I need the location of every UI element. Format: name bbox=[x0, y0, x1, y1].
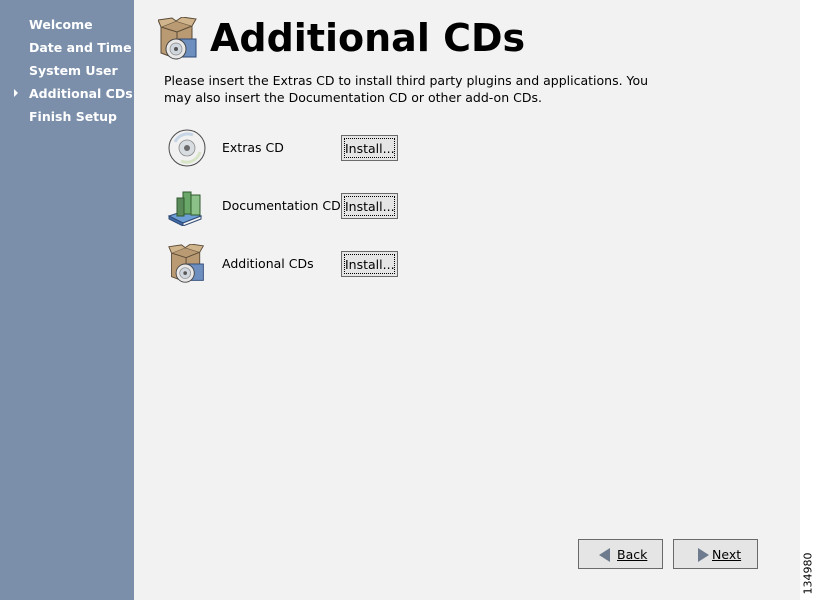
next-arrow-icon bbox=[698, 548, 709, 562]
main-panel: Additional CDs Please insert the Extras … bbox=[134, 0, 800, 600]
books-icon bbox=[167, 191, 203, 226]
page-title: Additional CDs bbox=[210, 16, 526, 60]
back-button[interactable]: Back bbox=[578, 539, 663, 569]
sidebar-item-welcome[interactable]: Welcome bbox=[29, 16, 93, 34]
sidebar-item-additional-cds[interactable]: Additional CDs bbox=[29, 85, 133, 103]
box-with-cd-icon bbox=[168, 244, 205, 283]
next-button-label: Next bbox=[712, 547, 742, 562]
install-additional-cds-button-label: Install... bbox=[344, 254, 395, 274]
description-text: Please insert the Extras CD to install t… bbox=[164, 73, 649, 105]
extras-cd-label: Extras CD bbox=[222, 140, 284, 155]
additional-cds-label: Additional CDs bbox=[222, 256, 314, 271]
current-step-arrow-icon bbox=[14, 89, 18, 97]
back-button-label: Back bbox=[617, 547, 648, 562]
figure-id: 134980 bbox=[801, 552, 815, 595]
install-documentation-cd-button-label: Install... bbox=[344, 196, 395, 216]
box-with-cd-icon bbox=[158, 17, 197, 60]
install-extras-cd-button-label: Install... bbox=[344, 138, 395, 158]
next-button[interactable]: Next bbox=[673, 539, 758, 569]
figure-id-strip: 134980 bbox=[800, 552, 817, 596]
sidebar-item-system-user[interactable]: System User bbox=[29, 62, 118, 80]
documentation-cd-label: Documentation CD bbox=[222, 198, 341, 213]
install-extras-cd-button[interactable]: Install... bbox=[341, 135, 398, 161]
install-documentation-cd-button[interactable]: Install... bbox=[341, 193, 398, 219]
back-arrow-icon bbox=[599, 548, 610, 562]
cd-icon bbox=[168, 129, 206, 167]
sidebar-item-date-and-time[interactable]: Date and Time bbox=[29, 39, 132, 57]
sidebar: Welcome Date and Time System User Additi… bbox=[0, 0, 134, 600]
sidebar-item-finish-setup[interactable]: Finish Setup bbox=[29, 108, 117, 126]
install-additional-cds-button[interactable]: Install... bbox=[341, 251, 398, 277]
